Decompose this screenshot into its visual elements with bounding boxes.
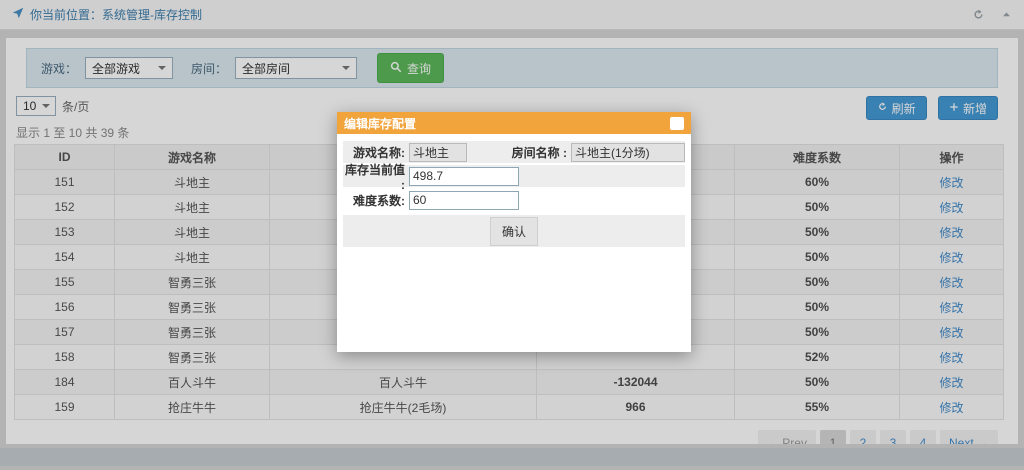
stock-value-label: 库存当前值 :	[343, 161, 409, 192]
modal-header: 编辑库存配置	[337, 112, 691, 134]
edit-inventory-modal: 编辑库存配置 游戏名称: 房间名称 : 库存当前值 : 难度系数: 确认	[337, 112, 691, 352]
difficulty-field[interactable]	[409, 191, 519, 210]
close-icon[interactable]	[670, 117, 684, 130]
modal-row-stock: 库存当前值 :	[343, 165, 685, 187]
room-name-label: 房间名称 :	[499, 144, 571, 161]
game-name-label: 游戏名称:	[343, 144, 409, 161]
difficulty-label: 难度系数:	[343, 192, 409, 209]
modal-footer: 确认	[343, 215, 685, 247]
game-name-field	[409, 143, 467, 162]
modal-row-difficulty: 难度系数:	[343, 189, 685, 211]
room-name-field	[571, 143, 685, 162]
modal-title: 编辑库存配置	[344, 115, 416, 132]
stock-value-field[interactable]	[409, 167, 519, 186]
confirm-button[interactable]: 确认	[490, 217, 538, 246]
